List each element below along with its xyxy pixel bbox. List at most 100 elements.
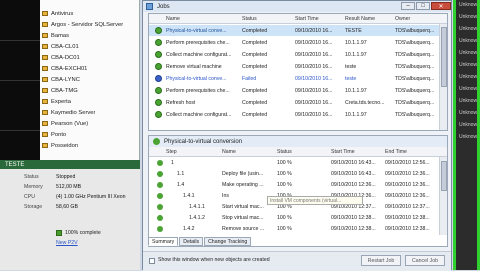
col-status[interactable]: Status [242, 16, 257, 22]
tree-item-label: CBA-DC01 [51, 54, 80, 61]
cell-owner: TDS\albuquerq... [395, 40, 435, 46]
failed-icon [155, 75, 162, 82]
table-row[interactable]: Perform prerequisites che... Completed 09/… [149, 37, 439, 48]
maximize-button[interactable]: □ [416, 2, 430, 10]
cell-status: Failed [242, 76, 257, 82]
progress-text: 100% complete [65, 230, 101, 236]
tree-item[interactable]: Antivirus [42, 8, 73, 19]
cell-end: 09/10/2010 12:37... [385, 204, 430, 210]
cell-name: Remove source ... [222, 226, 265, 232]
cell-name: Ins [222, 193, 229, 199]
tree-item[interactable]: CBA-CL01 [42, 41, 79, 52]
tab-change-tracking[interactable]: Change Tracking [204, 237, 252, 246]
scroll-thumb[interactable] [441, 161, 447, 191]
detail-scrollbar[interactable] [439, 157, 447, 235]
cell-start: 09/10/2010 16... [295, 28, 333, 34]
host-tree[interactable]: Antivirus Argos - Servidor SQLServer Bamas… [40, 0, 140, 160]
col-name[interactable]: Name [222, 149, 236, 155]
cell-start: 09/10/2010 12:36... [331, 182, 376, 188]
cell-name: Perform prerequisites che... [166, 40, 230, 46]
close-button[interactable]: ✕ [431, 2, 451, 10]
cell-name: Start virtual mac... [222, 204, 264, 210]
completed-icon [157, 193, 163, 199]
tree-item[interactable]: CBA-TMG [42, 85, 78, 96]
table-row[interactable]: Perform prerequisites che... Completed 09/… [149, 85, 439, 96]
cell-name: Collect machine configurat... [166, 112, 232, 118]
col-status[interactable]: Status [277, 149, 292, 155]
table-row[interactable]: Collect machine configurat... Completed 09… [149, 49, 439, 60]
tree-item[interactable]: Kaymedio Server [42, 107, 95, 118]
cancel-job-button[interactable]: Cancel Job [405, 255, 445, 266]
cell-start: 09/10/2010 16... [295, 40, 333, 46]
cell-result: Creta.tds.tecno... [345, 100, 385, 106]
checkbox-label: Show this window when new objects are cr… [158, 257, 270, 263]
cell-end: 09/10/2010 12:38... [385, 226, 430, 232]
tree-item[interactable]: Pearson (Vue) [42, 118, 88, 129]
tree-item[interactable]: CBA-DC01 [42, 52, 80, 63]
col-end-time[interactable]: End Time [385, 149, 407, 155]
cell-result: 10.1.1.97 [345, 40, 367, 46]
tree-item-label: Kaymedio Server [51, 109, 96, 116]
cell-name: Refresh host [166, 100, 196, 106]
cell-status: Completed [242, 88, 268, 94]
cell-result: 10.1.1.97 [345, 112, 367, 118]
cell-start: 09/10/2010 16:43... [331, 171, 376, 177]
jobs-scrollbar[interactable] [439, 24, 447, 130]
tree-item[interactable]: CBA-EXCH01 [42, 63, 87, 74]
jobs-window[interactable]: Jobs – □ ✕ Name Status Start Time Result… [142, 0, 452, 271]
col-result-name[interactable]: Result Name [345, 16, 375, 22]
vm-title: TESTE [0, 160, 140, 169]
completed-icon [155, 111, 162, 118]
cell-start: 09/10/2010 16... [295, 112, 333, 118]
cell-name: Stop virtual mac... [222, 215, 264, 221]
cell-name: Deploy file (usin... [222, 171, 264, 177]
table-row[interactable]: 1.4.1.2 Stop virtual mac... 100 % 09/10/201… [149, 213, 439, 223]
tree-item[interactable]: CBA-LYNC [42, 74, 80, 85]
new-p2v-link[interactable]: New P2V [56, 240, 78, 246]
folder-icon [42, 55, 48, 60]
cell-status: 100 % [277, 171, 292, 177]
tree-item[interactable]: Bamas [42, 30, 69, 41]
col-name[interactable]: Name [166, 16, 180, 22]
tree-item-label: CBA-EXCH01 [51, 65, 88, 72]
col-step[interactable]: Step [166, 149, 177, 155]
jobs-grid[interactable]: Name Status Start Time Result Name Owner… [148, 13, 448, 131]
col-start-time[interactable]: Start Time [295, 16, 319, 22]
tree-item-label: Argos - Servidor SQLServer [51, 21, 124, 28]
col-owner[interactable]: Owner [395, 16, 410, 22]
table-row[interactable]: Physical-to-virtual conve... Failed 09/10/… [149, 73, 439, 84]
job-detail-panel: Physical-to-virtual conversion Step Name… [148, 135, 448, 247]
table-row[interactable]: Physical-to-virtual conve... Completed 09/… [149, 25, 439, 36]
tree-item[interactable]: Experta [42, 96, 71, 107]
tree-item-label: Posseidon [51, 142, 79, 149]
divider [0, 130, 40, 131]
tree-item[interactable]: Argos - Servidor SQLServer [42, 19, 123, 30]
cell-name: Physical-to-virtual conve... [166, 28, 227, 34]
completed-icon [157, 182, 163, 188]
table-row[interactable]: 1 100 % 09/10/2010 16:43... 09/10/2010 12:5… [149, 158, 439, 168]
minimize-button[interactable]: – [401, 2, 415, 10]
show-window-checkbox[interactable] [149, 258, 155, 264]
scroll-thumb[interactable] [441, 27, 447, 87]
folder-icon [42, 143, 48, 148]
col-start-time[interactable]: Start Time [331, 149, 355, 155]
table-row[interactable]: Refresh host Completed 09/10/2010 16... Cre… [149, 97, 439, 108]
table-row[interactable]: Collect machine configurat... Completed 09… [149, 109, 439, 120]
cell-end: 09/10/2010 12:36... [385, 193, 430, 199]
window-titlebar[interactable]: Jobs – □ ✕ [143, 1, 451, 12]
table-row[interactable]: Remove virtual machine Completed 09/10/201… [149, 61, 439, 72]
table-row[interactable]: 1.4 Make operating ... 100 % 09/10/2010 12:… [149, 180, 439, 190]
tab-summary[interactable]: Summary [148, 237, 179, 246]
cell-status: Completed [242, 28, 268, 34]
cell-start: 09/10/2010 16... [295, 76, 333, 82]
footer-bar: Show this window when new objects are cr… [143, 251, 451, 271]
cell-status: 100 % [277, 215, 292, 221]
cell-start: 09/10/2010 16... [295, 88, 333, 94]
restart-job-button[interactable]: Restart Job [361, 255, 401, 266]
tree-item[interactable]: Ponto [42, 129, 66, 140]
completed-icon [155, 99, 162, 106]
table-row[interactable]: 1.1 Deploy file (usin... 100 % 09/10/2010 1… [149, 169, 439, 179]
tree-item[interactable]: Posseidon [42, 140, 78, 151]
table-row[interactable]: 1.4.2 Remove source ... 100 % 09/10/2010 12… [149, 224, 439, 234]
tab-details[interactable]: Details [179, 237, 204, 246]
